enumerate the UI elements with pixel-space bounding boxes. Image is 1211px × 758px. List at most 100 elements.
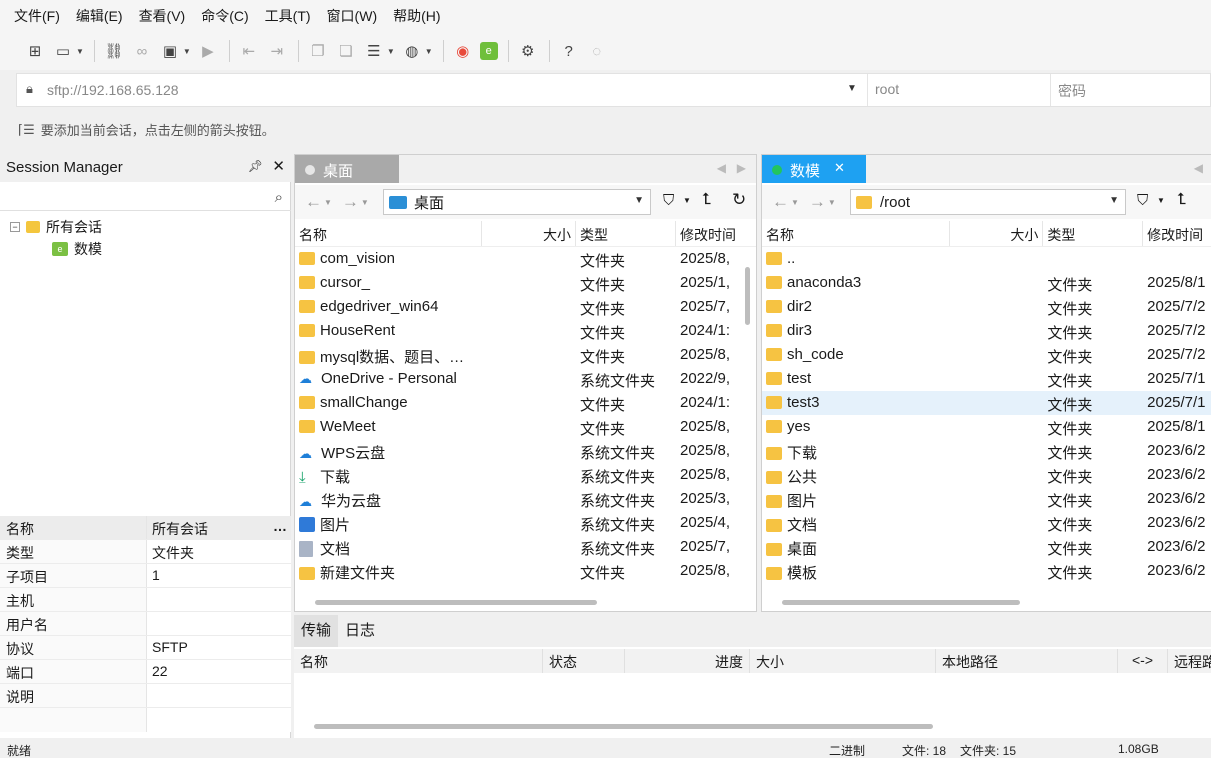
- file-row[interactable]: ⤓ 下载 系统文件夹 2025/8,: [295, 463, 756, 487]
- session-window-icon[interactable]: ▣: [159, 40, 181, 62]
- file-row[interactable]: mysql数据、题目、… 文件夹 2025/8,: [295, 343, 756, 367]
- tab-scroll-left-icon[interactable]: ◀: [717, 161, 726, 175]
- file-row[interactable]: 模板 文件夹 2023/6/2: [762, 559, 1211, 583]
- close-icon[interactable]: ✕: [834, 160, 845, 176]
- file-row[interactable]: 图片 文件夹 2023/6/2: [762, 487, 1211, 511]
- file-row[interactable]: ☁ OneDrive - Personal 系统文件夹 2022/9,: [295, 367, 756, 391]
- tab-scroll-right-icon[interactable]: ▶: [737, 161, 746, 175]
- menu-command[interactable]: 命令(C): [201, 6, 248, 26]
- session-search-input[interactable]: ⌕: [0, 187, 291, 211]
- chevron-down-icon[interactable]: ▼: [324, 198, 332, 207]
- col-local-path[interactable]: 本地路径: [936, 649, 1118, 673]
- col-type[interactable]: 类型: [576, 221, 676, 246]
- file-row[interactable]: HouseRent 文件夹 2024/1:: [295, 319, 756, 343]
- menu-edit[interactable]: 编辑(E): [76, 6, 123, 26]
- tab-scroll-left-icon[interactable]: ◀: [1194, 161, 1203, 175]
- chevron-down-icon[interactable]: ▼: [183, 47, 191, 56]
- chat-icon[interactable]: ◌: [586, 40, 608, 62]
- file-row[interactable]: test3 文件夹 2025/7/1: [762, 391, 1211, 415]
- chevron-down-icon[interactable]: ▼: [634, 195, 644, 206]
- password-field[interactable]: 密码: [1050, 74, 1211, 106]
- up-folder-icon[interactable]: ⮤: [1177, 191, 1186, 209]
- col-direction[interactable]: <->: [1118, 649, 1168, 673]
- tab-log[interactable]: 日志: [338, 615, 382, 647]
- col-size[interactable]: 大小: [750, 649, 936, 673]
- path-input[interactable]: /root ▼: [850, 189, 1126, 215]
- chevron-down-icon[interactable]: ▼: [361, 198, 369, 207]
- file-row[interactable]: WeMeet 文件夹 2025/8,: [295, 415, 756, 439]
- play-icon[interactable]: ▶: [197, 40, 219, 62]
- file-row[interactable]: ..: [762, 247, 1211, 271]
- file-row[interactable]: test 文件夹 2025/7/1: [762, 367, 1211, 391]
- chevron-down-icon[interactable]: ▼: [683, 196, 691, 205]
- open-folder-icon[interactable]: ▭: [52, 40, 74, 62]
- chevron-down-icon[interactable]: ▼: [1157, 196, 1165, 205]
- collapse-icon[interactable]: −: [10, 222, 20, 232]
- menu-view[interactable]: 查看(V): [139, 6, 186, 26]
- more-icon[interactable]: …: [273, 518, 287, 534]
- file-row[interactable]: sh_code 文件夹 2025/7/2: [762, 343, 1211, 367]
- file-row[interactable]: 桌面 文件夹 2023/6/2: [762, 535, 1211, 559]
- file-row[interactable]: ☁ WPS云盘 系统文件夹 2025/8,: [295, 439, 756, 463]
- col-type[interactable]: 类型: [1043, 221, 1144, 246]
- file-row[interactable]: yes 文件夹 2025/8/1: [762, 415, 1211, 439]
- menu-help[interactable]: 帮助(H): [393, 6, 440, 26]
- chevron-down-icon[interactable]: ▼: [76, 47, 84, 56]
- back-icon[interactable]: ←: [772, 192, 789, 212]
- col-mtime[interactable]: 修改时间: [676, 221, 746, 246]
- file-row[interactable]: dir2 文件夹 2025/7/2: [762, 295, 1211, 319]
- file-row[interactable]: cursor_ 文件夹 2025/1,: [295, 271, 756, 295]
- col-progress[interactable]: 进度: [625, 649, 750, 673]
- scrollbar[interactable]: [314, 724, 933, 729]
- help-icon[interactable]: ?: [558, 40, 580, 62]
- scrollbar[interactable]: [745, 267, 750, 325]
- chevron-down-icon[interactable]: ▼: [791, 198, 799, 207]
- file-row[interactable]: dir3 文件夹 2025/7/2: [762, 319, 1211, 343]
- file-row[interactable]: smallChange 文件夹 2024/1:: [295, 391, 756, 415]
- new-session-icon[interactable]: ⊞: [24, 40, 46, 62]
- pin-icon[interactable]: 📌︎: [248, 159, 263, 173]
- tree-item-all-sessions[interactable]: − 所有会话: [10, 217, 102, 237]
- file-row[interactable]: com_vision 文件夹 2025/8,: [295, 247, 756, 271]
- disconnect-icon[interactable]: ⛓: [103, 40, 125, 62]
- file-row[interactable]: 文档 系统文件夹 2025/7,: [295, 535, 756, 559]
- transfer-right-icon[interactable]: ⇥: [266, 40, 288, 62]
- menu-tools[interactable]: 工具(T): [265, 6, 311, 26]
- xftp-icon[interactable]: e: [479, 42, 498, 60]
- close-icon[interactable]: ✕: [272, 157, 285, 175]
- file-row[interactable]: 图片 系统文件夹 2025/4,: [295, 511, 756, 535]
- path-input[interactable]: 桌面 ▼: [383, 189, 651, 215]
- chevron-down-icon[interactable]: ▼: [847, 83, 857, 94]
- chevron-down-icon[interactable]: ▼: [1109, 195, 1119, 206]
- transfer-left-icon[interactable]: ⇤: [238, 40, 260, 62]
- scrollbar[interactable]: [315, 600, 597, 605]
- file-row[interactable]: anaconda3 文件夹 2025/8/1: [762, 271, 1211, 295]
- tree-item-session[interactable]: e 数模: [52, 239, 102, 259]
- bookmark-icon[interactable]: ⛉: [663, 192, 674, 209]
- col-name[interactable]: 名称: [295, 221, 482, 246]
- xshell-icon[interactable]: ◉: [452, 40, 474, 62]
- forward-icon[interactable]: →: [809, 192, 826, 212]
- col-remote-path[interactable]: 远程路: [1168, 649, 1211, 673]
- host-input[interactable]: sftp://192.168.65.128: [47, 82, 179, 98]
- bookmark-icon[interactable]: ⛉: [1137, 192, 1148, 209]
- col-size[interactable]: 大小: [482, 221, 576, 246]
- reconnect-icon[interactable]: ∞: [131, 40, 153, 62]
- back-icon[interactable]: ←: [305, 192, 322, 212]
- file-row[interactable]: ☁ 华为云盘 系统文件夹 2025/3,: [295, 487, 756, 511]
- list-view-icon[interactable]: ☰: [363, 40, 385, 62]
- tab-local[interactable]: 桌面: [295, 155, 399, 183]
- chevron-down-icon[interactable]: ▼: [425, 47, 433, 56]
- copy-icon[interactable]: ❐: [307, 40, 329, 62]
- gear-icon[interactable]: ⚙: [517, 40, 539, 62]
- col-mtime[interactable]: 修改时间: [1143, 221, 1211, 246]
- file-row[interactable]: edgedriver_win64 文件夹 2025/7,: [295, 295, 756, 319]
- scrollbar[interactable]: [782, 600, 1020, 605]
- file-row[interactable]: 公共 文件夹 2023/6/2: [762, 463, 1211, 487]
- search-icon[interactable]: ⌕: [275, 189, 283, 206]
- tab-transfer[interactable]: 传输: [294, 615, 339, 647]
- file-row[interactable]: 文档 文件夹 2023/6/2: [762, 511, 1211, 535]
- username-field[interactable]: root: [867, 74, 1050, 106]
- globe-icon[interactable]: ◍: [401, 40, 423, 62]
- up-folder-icon[interactable]: ⮤: [702, 191, 711, 209]
